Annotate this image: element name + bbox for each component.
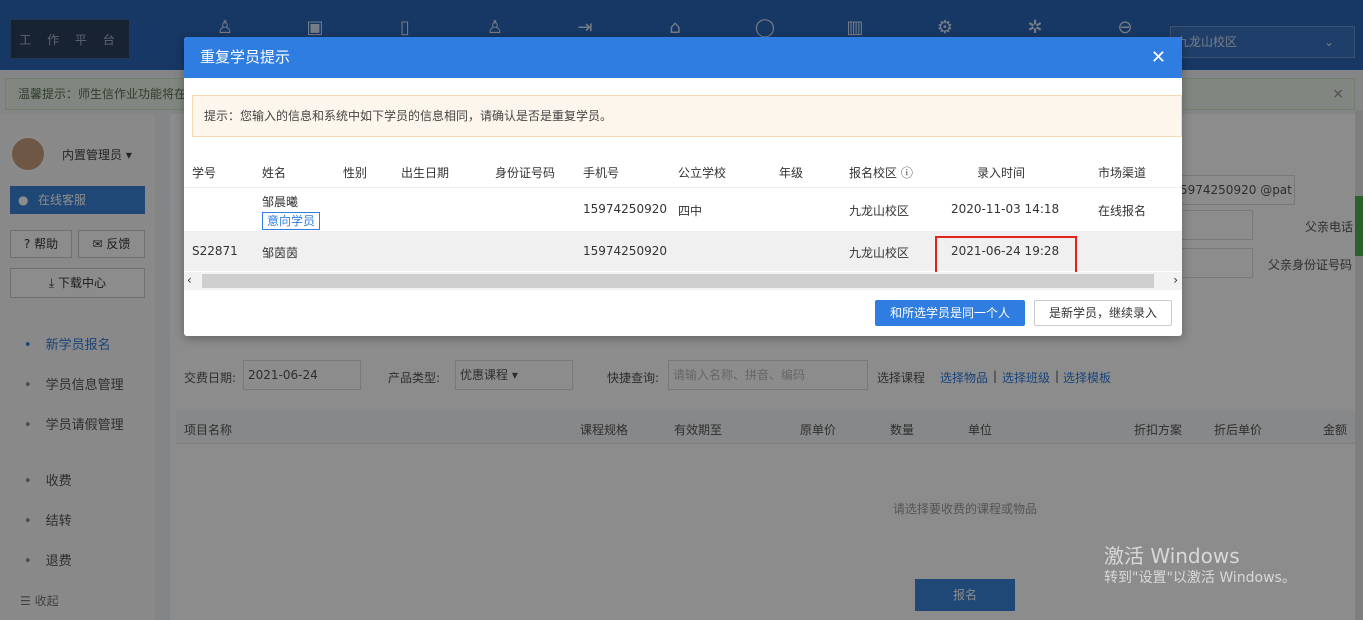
cell-school: 四中 (678, 204, 703, 218)
col-entry-time: 录入时间 (977, 166, 1026, 180)
col-birth: 出生日期 (401, 166, 450, 180)
cell-student-no: S22871 (192, 244, 238, 258)
scroll-right-icon[interactable]: › (1173, 273, 1178, 287)
table-row[interactable]: 邹晨曦 意向学员 15974250920 四中 九龙山校区 2020-11-03… (184, 187, 1182, 231)
col-name: 姓名 (262, 166, 287, 180)
windows-watermark-title: 激活 Windows (1104, 544, 1240, 568)
cell-name: 邹晨曦 意向学员 (262, 193, 321, 230)
help-circle-icon[interactable]: ⓘ (901, 166, 913, 180)
cell-campus: 九龙山校区 (849, 246, 910, 260)
new-student-continue-button[interactable]: 是新学员，继续录入 (1034, 300, 1172, 326)
col-campus-label: 报名校区 (849, 166, 898, 180)
cell-channel: 在线报名 (1098, 204, 1147, 218)
table-header-row: 学号 姓名 性别 出生日期 身份证号码 手机号 公立学校 年级 报名校区 ⓘ 录… (184, 153, 1182, 187)
scrollbar-thumb[interactable] (202, 274, 1154, 288)
col-grade: 年级 (779, 166, 804, 180)
duplicate-student-dialog: 重复学员提示 ✕ 提示：您输入的信息和系统中如下学员的信息相同，请确认是否是重复… (184, 37, 1182, 336)
intent-student-tag: 意向学员 (262, 212, 321, 230)
cell-phone: 15974250920 (583, 202, 667, 216)
same-person-button[interactable]: 和所选学员是同一个人 (875, 300, 1025, 326)
dialog-title: 重复学员提示 (200, 48, 291, 66)
dialog-header: 重复学员提示 ✕ (184, 37, 1182, 78)
cell-campus: 九龙山校区 (849, 204, 910, 218)
col-channel: 市场渠道 (1098, 166, 1147, 180)
close-icon[interactable]: ✕ (1151, 37, 1166, 78)
cell-name-text: 邹晨曦 (262, 195, 299, 209)
cell-phone: 15974250920 (583, 244, 667, 258)
col-phone: 手机号 (583, 166, 620, 180)
col-campus: 报名校区 ⓘ (849, 164, 913, 181)
cell-entry-time: 2020-11-03 14:18 (951, 202, 1060, 216)
windows-watermark-sub: 转到"设置"以激活 Windows。 (1104, 570, 1296, 586)
col-gender: 性别 (343, 166, 368, 180)
table-horizontal-scrollbar[interactable]: ‹ › (184, 272, 1182, 290)
col-id-no: 身份证号码 (495, 166, 556, 180)
scroll-left-icon[interactable]: ‹ (187, 273, 192, 287)
col-school: 公立学校 (678, 166, 727, 180)
col-student-no: 学号 (192, 166, 217, 180)
duplicate-alert: 提示：您输入的信息和系统中如下学员的信息相同，请确认是否是重复学员。 (192, 95, 1182, 137)
cell-name: 邹茵茵 (262, 246, 299, 260)
